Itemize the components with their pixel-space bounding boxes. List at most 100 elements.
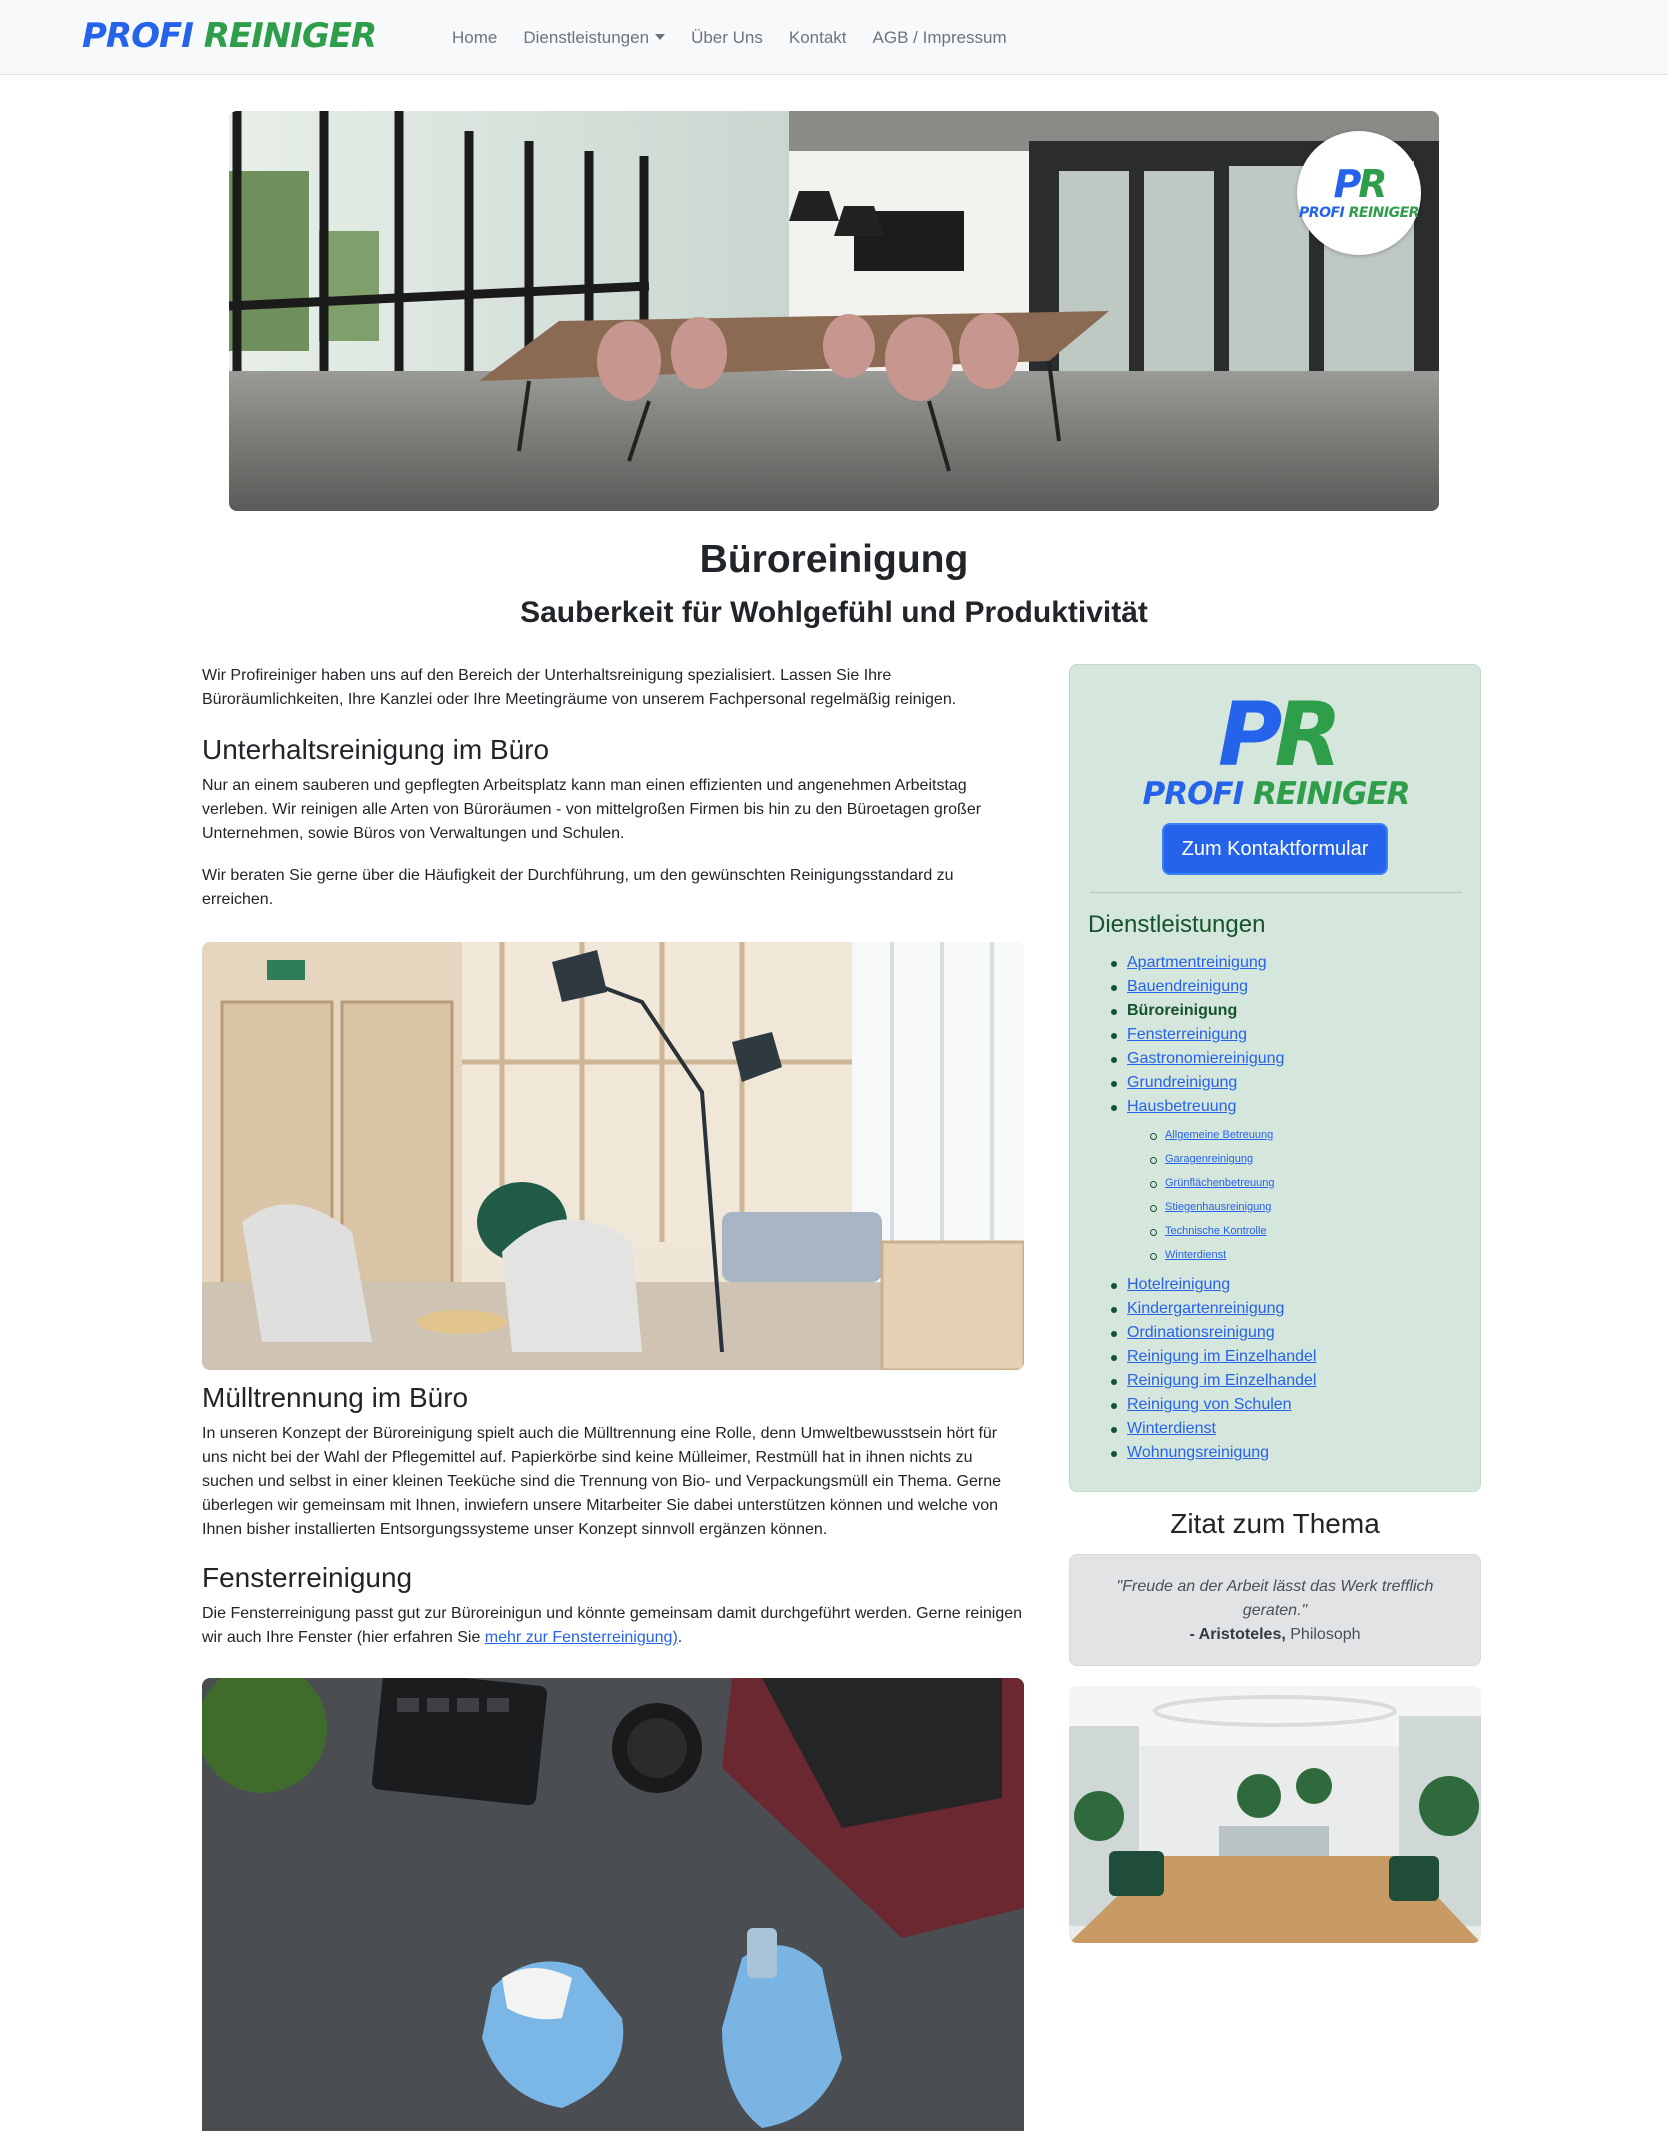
sub-service-item[interactable]: Allgemeine Betreuung [1149, 1123, 1316, 1147]
navbar: PROFI REINIGER Home Dienstleistungen Übe… [0, 0, 1668, 75]
service-item[interactable]: Fensterreinigung [1110, 1023, 1316, 1047]
office-lounge-image [202, 942, 1024, 1370]
service-link[interactable]: Reinigung im Einzelhandel [1127, 1348, 1316, 1365]
badge-monogram: PR [1333, 162, 1387, 206]
sub-service-link[interactable]: Allgemeine Betreuung [1165, 1129, 1273, 1141]
quote-heading: Zitat zum Thema [1170, 1508, 1380, 1539]
services-heading: Dienstleistungen [1088, 911, 1266, 938]
sidebar-logo-p: P [1217, 683, 1282, 786]
quote-author-line: - Aristoteles, Philosoph [1100, 1623, 1450, 1647]
caret-down-icon [655, 33, 666, 40]
service-item[interactable]: Bauendreinigung [1110, 975, 1316, 999]
service-item[interactable]: Grundreinigung [1110, 1071, 1316, 1095]
desk-cleaning-photo [202, 1678, 1024, 2131]
service-link[interactable]: Fensterreinigung [1127, 1026, 1247, 1043]
sub-service-item[interactable]: Stiegenhausreinigung [1149, 1195, 1316, 1219]
sidebar-logo-text-1: PROFI [1142, 776, 1244, 812]
service-link[interactable]: Grundreinigung [1127, 1074, 1237, 1091]
quote-box: "Freude an der Arbeit lässt das Werk tre… [1069, 1554, 1481, 1666]
quote-author: - Aristoteles, [1189, 1626, 1286, 1643]
page-subtitle: Sauberkeit für Wohlgefühl und Produktivi… [520, 596, 1148, 629]
brand-part-2: REINIGER [203, 16, 377, 56]
service-link[interactable]: Hotelreinigung [1127, 1276, 1230, 1293]
service-link[interactable]: Apartmentreinigung [1127, 954, 1267, 971]
nav-dienstleistungen[interactable]: Dienstleistungen [523, 27, 666, 48]
nav-ueber-uns[interactable]: Über Uns [691, 28, 763, 48]
sidebar-logo-text-2: REINIGER [1252, 776, 1411, 812]
service-link[interactable]: Ordinationsreinigung [1127, 1324, 1275, 1341]
sub-service-link[interactable]: Technische Kontrolle [1165, 1225, 1267, 1237]
badge-text-2: REINIGER [1348, 205, 1420, 221]
service-link[interactable]: Reinigung im Einzelhandel [1127, 1372, 1316, 1389]
sidebar-logo-monogram: PR [1070, 691, 1482, 779]
service-item[interactable]: Gastronomiereinigung [1110, 1047, 1316, 1071]
sidebar-logo-text: PROFI REINIGER [1070, 777, 1482, 811]
service-item: Büroreinigung [1110, 999, 1316, 1023]
service-link[interactable]: Bauendreinigung [1127, 978, 1248, 995]
section-paragraph: Wir beraten Sie gerne über die Häufigkei… [202, 867, 954, 908]
section-heading-muelltrennung: Mülltrennung im Büro [202, 1382, 469, 1413]
sub-services-list: Allgemeine Betreuung Garagenreinigung Grün… [1149, 1123, 1316, 1267]
brand-logo[interactable]: PROFI REINIGER [82, 14, 377, 58]
service-item[interactable]: Kindergartenreinigung [1110, 1297, 1316, 1321]
desk-cleaning-image [202, 1678, 1024, 2131]
contact-form-button[interactable]: Zum Kontaktformular [1162, 823, 1388, 875]
nav-links: Home Dienstleistungen Über Uns Kontakt A… [452, 0, 1033, 75]
fensterreinigung-link[interactable]: mehr zur Fensterreinigung) [485, 1629, 678, 1646]
service-item[interactable]: Hausbetreuung Allgemeine Betreuung Garagen… [1110, 1095, 1316, 1267]
service-label-active: Büroreinigung [1127, 1002, 1238, 1019]
nav-home[interactable]: Home [452, 28, 497, 48]
service-link[interactable]: Hausbetreuung [1127, 1098, 1236, 1115]
main-content: Wir Profireiniger haben uns auf den Bere… [202, 664, 1026, 2131]
badge-monogram-p: P [1333, 162, 1361, 206]
service-item[interactable]: Reinigung im Einzelhandel [1110, 1369, 1316, 1393]
section-paragraph: Die Fensterreinigung passt gut zur Büror… [202, 1602, 1026, 1650]
quote-role: Philosoph [1290, 1626, 1361, 1643]
badge-text: PROFI REINIGER [1299, 205, 1419, 221]
service-link[interactable]: Winterdienst [1127, 1420, 1216, 1437]
sub-service-link[interactable]: Garagenreinigung [1165, 1153, 1253, 1165]
office-lounge-photo [202, 942, 1024, 1370]
services-list: Apartmentreinigung Bauendreinigung Bürorei… [1110, 951, 1316, 1465]
hero-logo-badge: PR PROFI REINIGER [1297, 131, 1421, 255]
sub-service-link[interactable]: Stiegenhausreinigung [1165, 1201, 1271, 1213]
sidebar-divider [1090, 892, 1462, 893]
section-paragraph: In unseren Konzept der Büroreinigung spi… [202, 1425, 1002, 1538]
sub-service-link[interactable]: Grünflächenbetreuung [1165, 1177, 1274, 1189]
quote-text: "Freude an der Arbeit lässt das Werk tre… [1116, 1578, 1434, 1619]
nav-agb-impressum[interactable]: AGB / Impressum [873, 28, 1007, 48]
service-item[interactable]: Hotelreinigung [1110, 1273, 1316, 1297]
service-link[interactable]: Reinigung von Schulen [1127, 1396, 1292, 1413]
nav-kontakt[interactable]: Kontakt [789, 28, 847, 48]
office-meeting-room-photo [229, 111, 1439, 511]
section-text-end: . [677, 1629, 683, 1646]
office-hall-image [1069, 1686, 1481, 1943]
intro-paragraph: Wir Profireiniger haben uns auf den Bere… [202, 667, 957, 708]
nav-dienstleistungen-label: Dienstleistungen [523, 27, 650, 47]
service-item[interactable]: Reinigung im Einzelhandel [1110, 1345, 1316, 1369]
sub-service-item[interactable]: Technische Kontrolle [1149, 1219, 1316, 1243]
sub-service-item[interactable]: Winterdienst [1149, 1243, 1316, 1267]
brand-part-1: PROFI [82, 16, 194, 56]
sidebar-logo-r: R [1274, 683, 1342, 786]
service-item[interactable]: Apartmentreinigung [1110, 951, 1316, 975]
section-heading-fensterreinigung: Fensterreinigung [202, 1562, 413, 1593]
sidebar-panel: PR PROFI REINIGER Zum Kontaktformular Di… [1069, 664, 1481, 1492]
service-item[interactable]: Wohnungsreinigung [1110, 1441, 1316, 1465]
sidebar-logo: PR PROFI REINIGER [1070, 691, 1482, 812]
service-item[interactable]: Ordinationsreinigung [1110, 1321, 1316, 1345]
page-title: Büroreinigung [699, 538, 969, 581]
section-heading-unterhaltsreinigung: Unterhaltsreinigung im Büro [202, 734, 550, 765]
service-item[interactable]: Winterdienst [1110, 1417, 1316, 1441]
badge-text-1: PROFI [1299, 205, 1345, 221]
badge-monogram-r: R [1358, 162, 1387, 206]
service-item[interactable]: Reinigung von Schulen [1110, 1393, 1316, 1417]
section-paragraph: Nur an einem sauberen und gepflegten Arb… [202, 777, 982, 842]
service-link[interactable]: Wohnungsreinigung [1127, 1444, 1269, 1461]
sub-service-link[interactable]: Winterdienst [1165, 1249, 1226, 1261]
service-link[interactable]: Gastronomiereinigung [1127, 1050, 1284, 1067]
service-link[interactable]: Kindergartenreinigung [1127, 1300, 1284, 1317]
sub-service-item[interactable]: Garagenreinigung [1149, 1147, 1316, 1171]
sub-service-item[interactable]: Grünflächenbetreuung [1149, 1171, 1316, 1195]
hero-image: PR PROFI REINIGER [229, 111, 1439, 511]
